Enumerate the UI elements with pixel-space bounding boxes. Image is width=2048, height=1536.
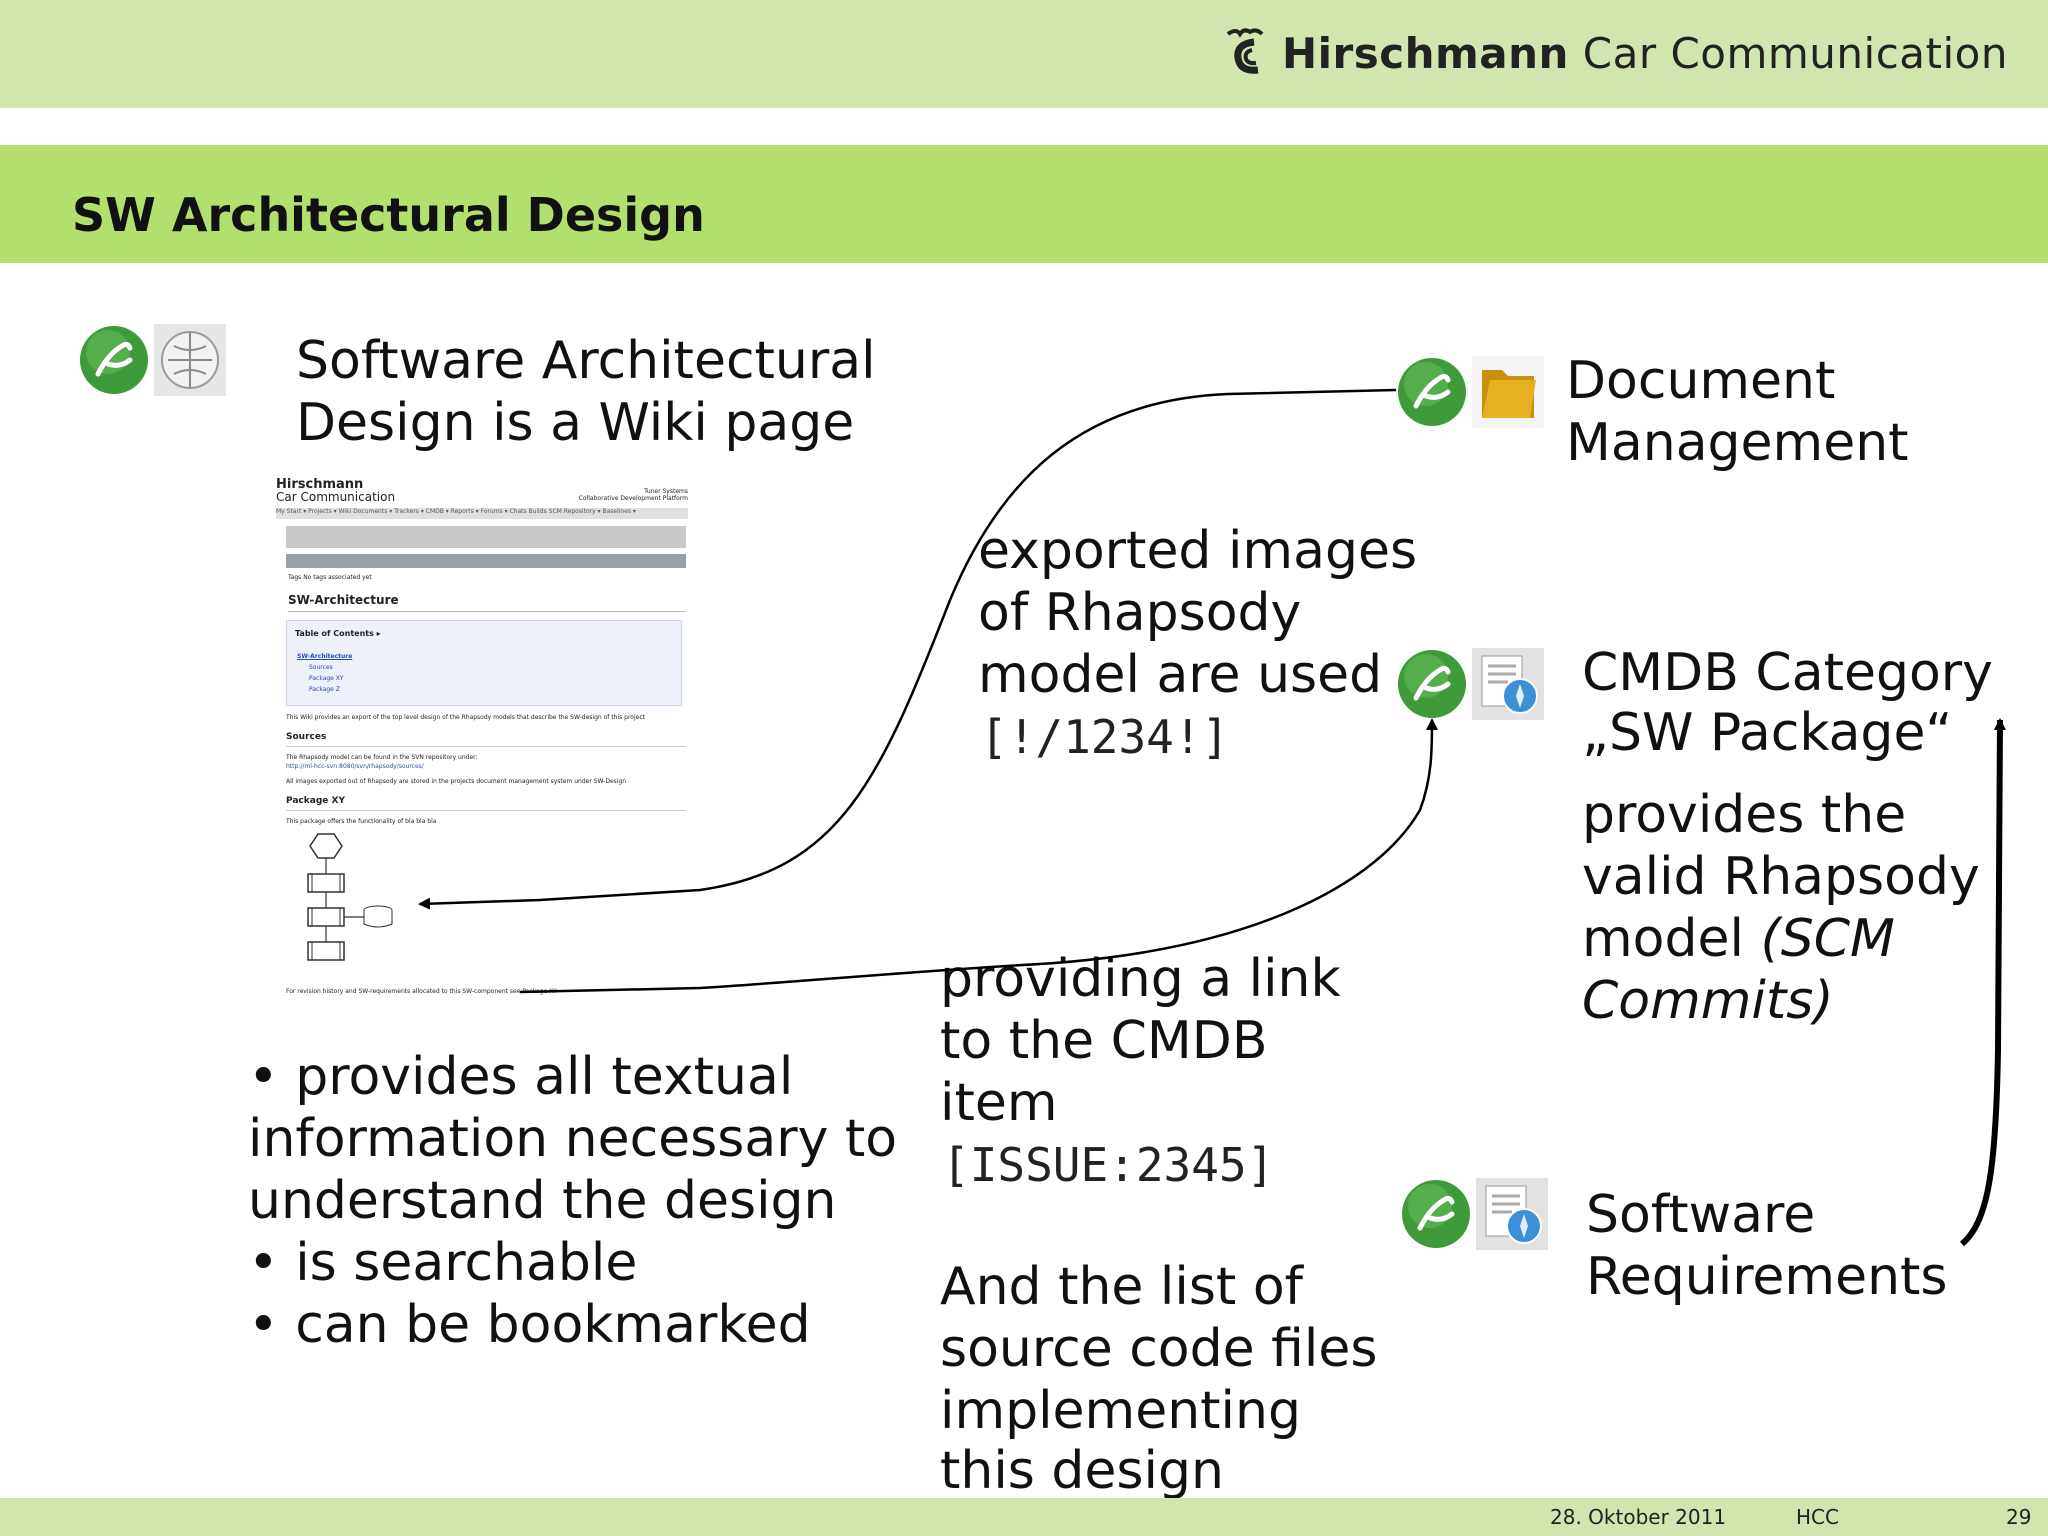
sw-req-icon-group xyxy=(1400,1178,1548,1250)
sw-req-line: Software xyxy=(1586,1185,1816,1245)
sw-req-to-cmdb-arrow xyxy=(1959,718,2006,1247)
link-line: providing a link xyxy=(940,949,1341,1009)
wiki-toc: Table of Contents ▸ SW-Architecture Sour… xyxy=(286,620,682,706)
provides-italic: Commits) xyxy=(1582,971,1834,1031)
exported-line: model are used xyxy=(978,645,1383,705)
bullet-line: • can be bookmarked xyxy=(248,1295,811,1355)
cmdb-line: CMDB Category xyxy=(1582,643,1993,703)
wiki-page-screenshot: Hirschmann Car Communication Tuner System… xyxy=(276,478,690,998)
wiki-breadcrumb-bar xyxy=(286,526,686,548)
exported-line: of Rhapsody xyxy=(978,583,1302,643)
wiki-package-text: This package offers the functionality of… xyxy=(286,818,437,825)
wiki-heading-line2: Design is a Wiki page xyxy=(296,393,855,453)
hcc-gecko-icon xyxy=(1398,650,1466,718)
divider xyxy=(288,611,686,612)
bullet-line: understand the design xyxy=(248,1171,837,1231)
provides-line: valid Rhapsody xyxy=(1582,847,1980,907)
provides-line: provides the xyxy=(1582,785,1907,845)
wiki-images-text: All images exported out of Rhapsody are … xyxy=(286,778,627,785)
divider xyxy=(286,746,686,747)
wiki-sources-heading: Sources xyxy=(286,732,327,742)
toc-title: Table of Contents ▸ xyxy=(295,629,381,638)
toc-item[interactable]: SW-Architecture xyxy=(297,651,352,662)
doc-mgmt-line: Management xyxy=(1566,413,1909,473)
list-line: And the list of xyxy=(940,1257,1303,1317)
wiki-heading-line1: Software Architectural xyxy=(296,331,876,391)
brand-name: Hirschmann Car Communication xyxy=(1281,28,2008,78)
link-line: item xyxy=(940,1073,1058,1133)
list-line: this design xyxy=(940,1441,1224,1501)
wiki-toolbar xyxy=(286,554,686,568)
toc-item[interactable]: Sources xyxy=(297,662,352,673)
footer-band xyxy=(0,1498,2048,1536)
wiki-footer-note: For revision history and SW-requirements… xyxy=(286,988,557,995)
wiki-package-heading: Package XY xyxy=(286,796,345,806)
wiki-icon-group xyxy=(78,324,226,396)
wiki-page-title: SW-Architecture xyxy=(288,593,399,607)
company-logo: Hirschmann Car Communication xyxy=(1218,26,2008,80)
bullet-line: information necessary to xyxy=(248,1109,898,1169)
wiki-platform: Tuner Systems Collaborative Development P… xyxy=(578,488,688,502)
doc-mgmt-line: Document xyxy=(1566,351,1836,411)
link-line: to the CMDB xyxy=(940,1011,1268,1071)
toc-list: SW-Architecture Sources Package XY Packa… xyxy=(297,651,352,695)
footer-date: 28. Oktober 2011 xyxy=(1550,1505,1727,1529)
page-number: 29 xyxy=(2006,1505,2032,1529)
toc-item[interactable]: Package XY xyxy=(297,673,352,684)
folder-icon xyxy=(1472,356,1544,428)
wiki-brand: Hirschmann Car Communication xyxy=(276,477,396,504)
toc-item[interactable]: Package Z xyxy=(297,684,352,695)
wiki-tags: Tags No tags associated yet xyxy=(288,574,372,581)
link-code: [ISSUE:2345] xyxy=(942,1138,1275,1192)
cmdb-line: „SW Package“ xyxy=(1582,703,1953,763)
divider xyxy=(286,810,686,811)
exported-line: exported images xyxy=(978,521,1418,581)
web-document-icon xyxy=(1472,648,1544,720)
slide-title: SW Architectural Design xyxy=(72,188,705,242)
hcc-gecko-icon xyxy=(80,326,148,394)
wiki-nav-bar: My Start ▾ Projects ▾ Wiki Documents ▾ T… xyxy=(276,508,688,519)
provides-italic: (SCM xyxy=(1760,909,1895,969)
bullet-line: • is searchable xyxy=(248,1233,638,1293)
cmdb-icon-group xyxy=(1396,648,1544,720)
list-line: implementing xyxy=(940,1381,1301,1441)
bullet-line: • provides all textual xyxy=(248,1047,794,1107)
hcc-gecko-icon xyxy=(1398,358,1466,426)
sw-req-line: Requirements xyxy=(1586,1247,1948,1307)
wikipedia-globe-icon xyxy=(154,324,226,396)
footer-org: HCC xyxy=(1796,1505,1839,1529)
hirschmann-logo-icon xyxy=(1226,28,1264,74)
web-document-icon xyxy=(1476,1178,1548,1250)
wiki-intro: This Wiki provides an export of the top … xyxy=(286,714,645,721)
list-line: source code files xyxy=(940,1319,1378,1379)
doc-mgmt-icon-group xyxy=(1396,356,1544,428)
rhapsody-diagram xyxy=(307,833,393,961)
provides-line: model (SCM xyxy=(1582,909,1895,969)
hcc-gecko-icon xyxy=(1402,1180,1470,1248)
wiki-sources-url[interactable]: http://ml-hcc-svn:8080/svn/rhapsody/sour… xyxy=(286,763,424,770)
wiki-sources-text: The Rhapsody model can be found in the S… xyxy=(286,754,478,761)
exported-code: [!/1234!] xyxy=(980,710,1230,764)
